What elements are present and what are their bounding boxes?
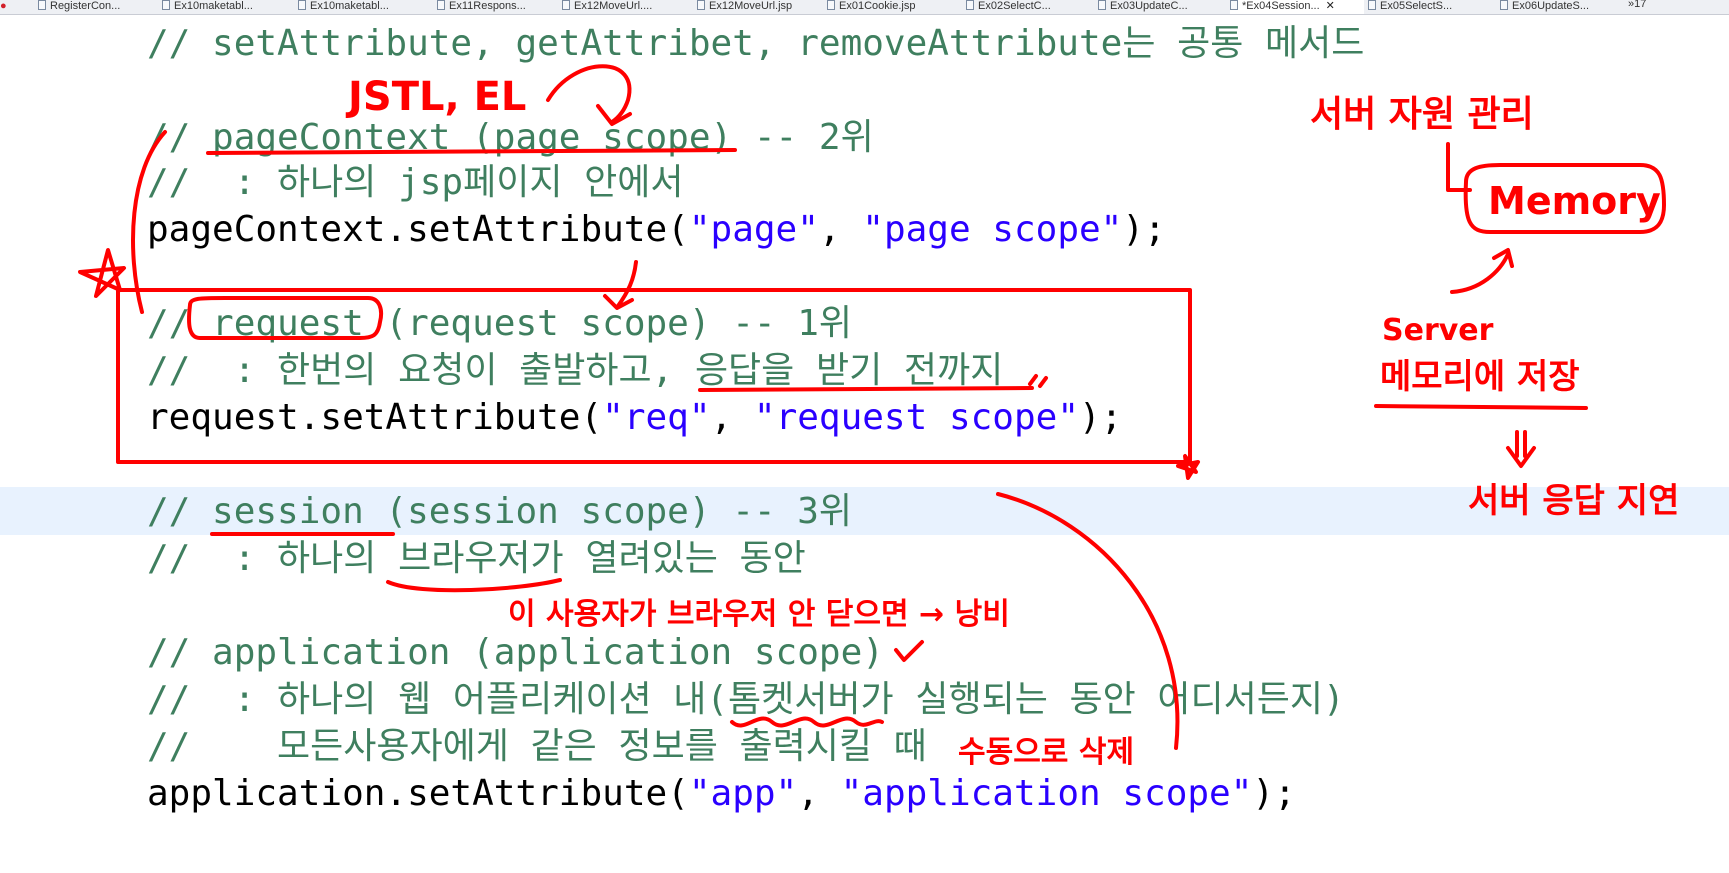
editor-tab[interactable]: Ex06UpdateS...: [1500, 0, 1626, 14]
editor-tab[interactable]: RegisterCon...: [38, 0, 158, 14]
code-string: "request scope": [753, 397, 1079, 438]
code-line-6: // : 한번의 요청이 출발하고, 응답을 받기 전까지: [147, 350, 1004, 391]
code-line-8: // session (session scope) -- 3위: [147, 491, 853, 532]
code-line-5: // request (request scope) -- 1위: [147, 303, 853, 344]
file-icon: [697, 0, 705, 10]
tabs-overflow-button[interactable]: »17: [1628, 0, 1646, 10]
code-line-4: pageContext.setAttribute("page", "page s…: [147, 208, 1166, 252]
editor-tab[interactable]: Ex01Cookie.jsp: [827, 0, 962, 14]
code-string: "page scope": [862, 209, 1123, 250]
editor-tab-label: Ex03UpdateC...: [1110, 0, 1188, 12]
code-end: );: [1252, 773, 1296, 814]
editor-tab-label: Ex01Cookie.jsp: [839, 0, 916, 12]
editor-tab[interactable]: Ex11Respons...: [437, 0, 559, 14]
editor-tab-label: Ex10maketabl...: [310, 0, 389, 12]
code-string: "app": [688, 773, 798, 814]
editor-tab[interactable]: Ex02SelectC...: [966, 0, 1094, 14]
editor-tab[interactable]: *Ex04Session... ✕: [1230, 0, 1364, 14]
code-separator: ,: [818, 209, 863, 250]
pin-icon: ●: [0, 0, 7, 12]
code-line-7: request.setAttribute("req", "request sco…: [147, 396, 1122, 440]
editor-tab[interactable]: Ex10maketabl...: [162, 0, 294, 14]
file-icon: [562, 0, 570, 10]
editor-tab-label: Ex12MoveUrl....: [574, 0, 653, 12]
file-icon: [1368, 0, 1376, 10]
file-icon: [162, 0, 170, 10]
code-editor[interactable]: // setAttribute, getAttribet, removeAttr…: [0, 14, 1729, 873]
editor-tab-label: Ex11Respons...: [449, 0, 526, 12]
code-line-13: application.setAttribute("app", "applica…: [147, 772, 1296, 816]
file-icon: [1500, 0, 1508, 10]
code-line-9: // : 하나의 브라우저가 열려있는 동안: [147, 538, 806, 579]
editor-tab-label: Ex12MoveUrl.jsp: [709, 0, 793, 12]
editor-tab-label: Ex05SelectS...: [1380, 0, 1453, 12]
code-call: request.setAttribute(: [147, 397, 603, 438]
code-end: );: [1122, 209, 1166, 250]
code-line-10: // application (application scope): [147, 632, 884, 673]
code-line-3: // : 하나의 jsp페이지 안에서: [147, 162, 684, 203]
code-separator: ,: [710, 397, 754, 438]
code-string: "page": [688, 209, 819, 250]
file-icon: [966, 0, 974, 10]
editor-tab-label: Ex02SelectC...: [978, 0, 1051, 12]
code-line-12: // 모든사용자에게 같은 정보를 출력시킬 때: [147, 726, 927, 767]
file-icon: [827, 0, 835, 10]
code-call: pageContext.setAttribute(: [147, 209, 689, 250]
editor-tab[interactable]: Ex05SelectS...: [1368, 0, 1496, 14]
file-icon: [1230, 0, 1238, 10]
file-icon: [298, 0, 306, 10]
editor-tab[interactable]: Ex10maketabl...: [298, 0, 433, 14]
close-icon[interactable]: ✕: [1326, 0, 1335, 12]
code-line-2: // pageContext (page scope) -- 2위: [147, 117, 874, 158]
editor-tab-label: RegisterCon...: [50, 0, 121, 12]
code-string: "req": [602, 397, 711, 438]
code-end: );: [1079, 397, 1123, 438]
editor-tab[interactable]: Ex03UpdateC...: [1098, 0, 1226, 14]
editor-tab-bar: ● RegisterCon... Ex10maketabl... Ex10maket…: [0, 0, 1729, 15]
editor-tab-label: Ex10maketabl...: [174, 0, 253, 12]
file-icon: [437, 0, 445, 10]
code-line-11: // : 하나의 웹 어플리케이션 내(톰켓서버가 실행되는 동안 어디서든지): [147, 679, 1345, 720]
editor-tab-label: *Ex04Session...: [1242, 0, 1320, 12]
editor-tab[interactable]: Ex12MoveUrl.jsp: [697, 0, 823, 14]
editor-tab-label: Ex06UpdateS...: [1512, 0, 1590, 12]
file-icon: [38, 0, 46, 10]
code-line-1: // setAttribute, getAttribet, removeAttr…: [147, 23, 1365, 64]
file-icon: [1098, 0, 1106, 10]
code-string: "application scope": [840, 773, 1253, 814]
code-separator: ,: [797, 773, 841, 814]
editor-tab[interactable]: Ex12MoveUrl....: [562, 0, 692, 14]
code-call: application.setAttribute(: [147, 773, 689, 814]
